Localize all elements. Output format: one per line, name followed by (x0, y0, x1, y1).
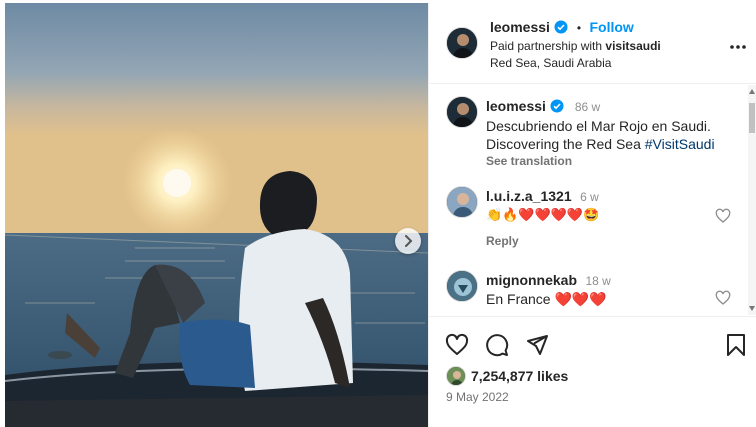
caption-age: 86 w (574, 100, 601, 114)
partner-link[interactable]: visitsaudi (605, 39, 660, 53)
caption-line-2: Discovering the Red Sea #VisitSaudi (486, 135, 715, 153)
hashtag-link[interactable]: #VisitSaudi (645, 136, 715, 152)
scrollbar-thumb[interactable] (749, 103, 755, 133)
sunset-photo (5, 3, 428, 427)
comment-like-heart-icon[interactable] (715, 290, 731, 306)
caption-username[interactable]: leomessi (486, 98, 546, 114)
comment-avatar[interactable] (446, 186, 478, 218)
avatar-image (447, 271, 477, 301)
comment-text: 👏🔥❤️❤️❤️❤️🤩 (486, 207, 600, 222)
more-options-button[interactable] (729, 37, 747, 55)
avatar[interactable] (446, 27, 478, 59)
post-header: leomessi • Follow Paid partnership with … (429, 3, 756, 84)
post-side-panel: leomessi • Follow Paid partnership with … (428, 3, 756, 427)
caption-text: Discovering the Red Sea (486, 136, 645, 152)
avatar-image (447, 97, 477, 127)
comment-age: 18 w (585, 274, 611, 288)
caption-avatar[interactable] (446, 96, 478, 128)
see-translation-link[interactable]: See translation (486, 154, 572, 168)
location-link[interactable]: Red Sea, Saudi Arabia (490, 55, 611, 72)
next-photo-button[interactable] (395, 228, 421, 254)
comment-like-heart-icon[interactable] (715, 208, 731, 224)
partnership-prefix: Paid partnership with (490, 39, 606, 53)
avatar-image (447, 187, 477, 217)
comments-scrollbar[interactable] (748, 85, 756, 315)
comment-avatar[interactable] (446, 270, 478, 302)
scroll-up-arrow-icon[interactable] (749, 89, 755, 94)
partnership-line: Paid partnership with visitsaudi (490, 38, 661, 55)
liker-avatar[interactable] (446, 366, 466, 386)
avatar-image (447, 367, 465, 385)
separator-dot: • (576, 21, 582, 35)
caption-line-1: Descubriendo el Mar Rojo en Saudi. (486, 118, 711, 134)
scroll-down-arrow-icon[interactable] (749, 306, 755, 311)
post-date: 9 May 2022 (446, 390, 509, 404)
comment-age: 6 w (580, 190, 599, 204)
header-username[interactable]: leomessi (490, 19, 550, 35)
save-bookmark-icon[interactable] (725, 333, 747, 357)
post-photo[interactable] (5, 3, 428, 427)
more-dots-icon (730, 45, 746, 49)
comments-list: leomessi 86 w Descubriendo el Mar Rojo e… (429, 84, 751, 316)
chevron-right-icon (405, 235, 413, 247)
likes-count[interactable]: 7,254,877 likes (471, 368, 568, 384)
share-paper-plane-icon[interactable] (525, 333, 549, 357)
avatar-image (447, 28, 477, 58)
post-actions: 7,254,877 likes 9 May 2022 (429, 316, 756, 427)
comment-username[interactable]: mignonnekab (486, 272, 577, 288)
follow-button[interactable]: Follow (590, 19, 634, 35)
comment-username[interactable]: l.u.i.z.a_1321 (486, 188, 572, 204)
reply-button[interactable]: Reply (486, 234, 519, 248)
verified-badge-icon (554, 20, 568, 34)
like-heart-icon[interactable] (445, 333, 469, 357)
comment-bubble-icon[interactable] (485, 333, 509, 357)
verified-badge-icon (550, 99, 564, 113)
comment-text: En France ❤️❤️❤️ (486, 291, 607, 307)
